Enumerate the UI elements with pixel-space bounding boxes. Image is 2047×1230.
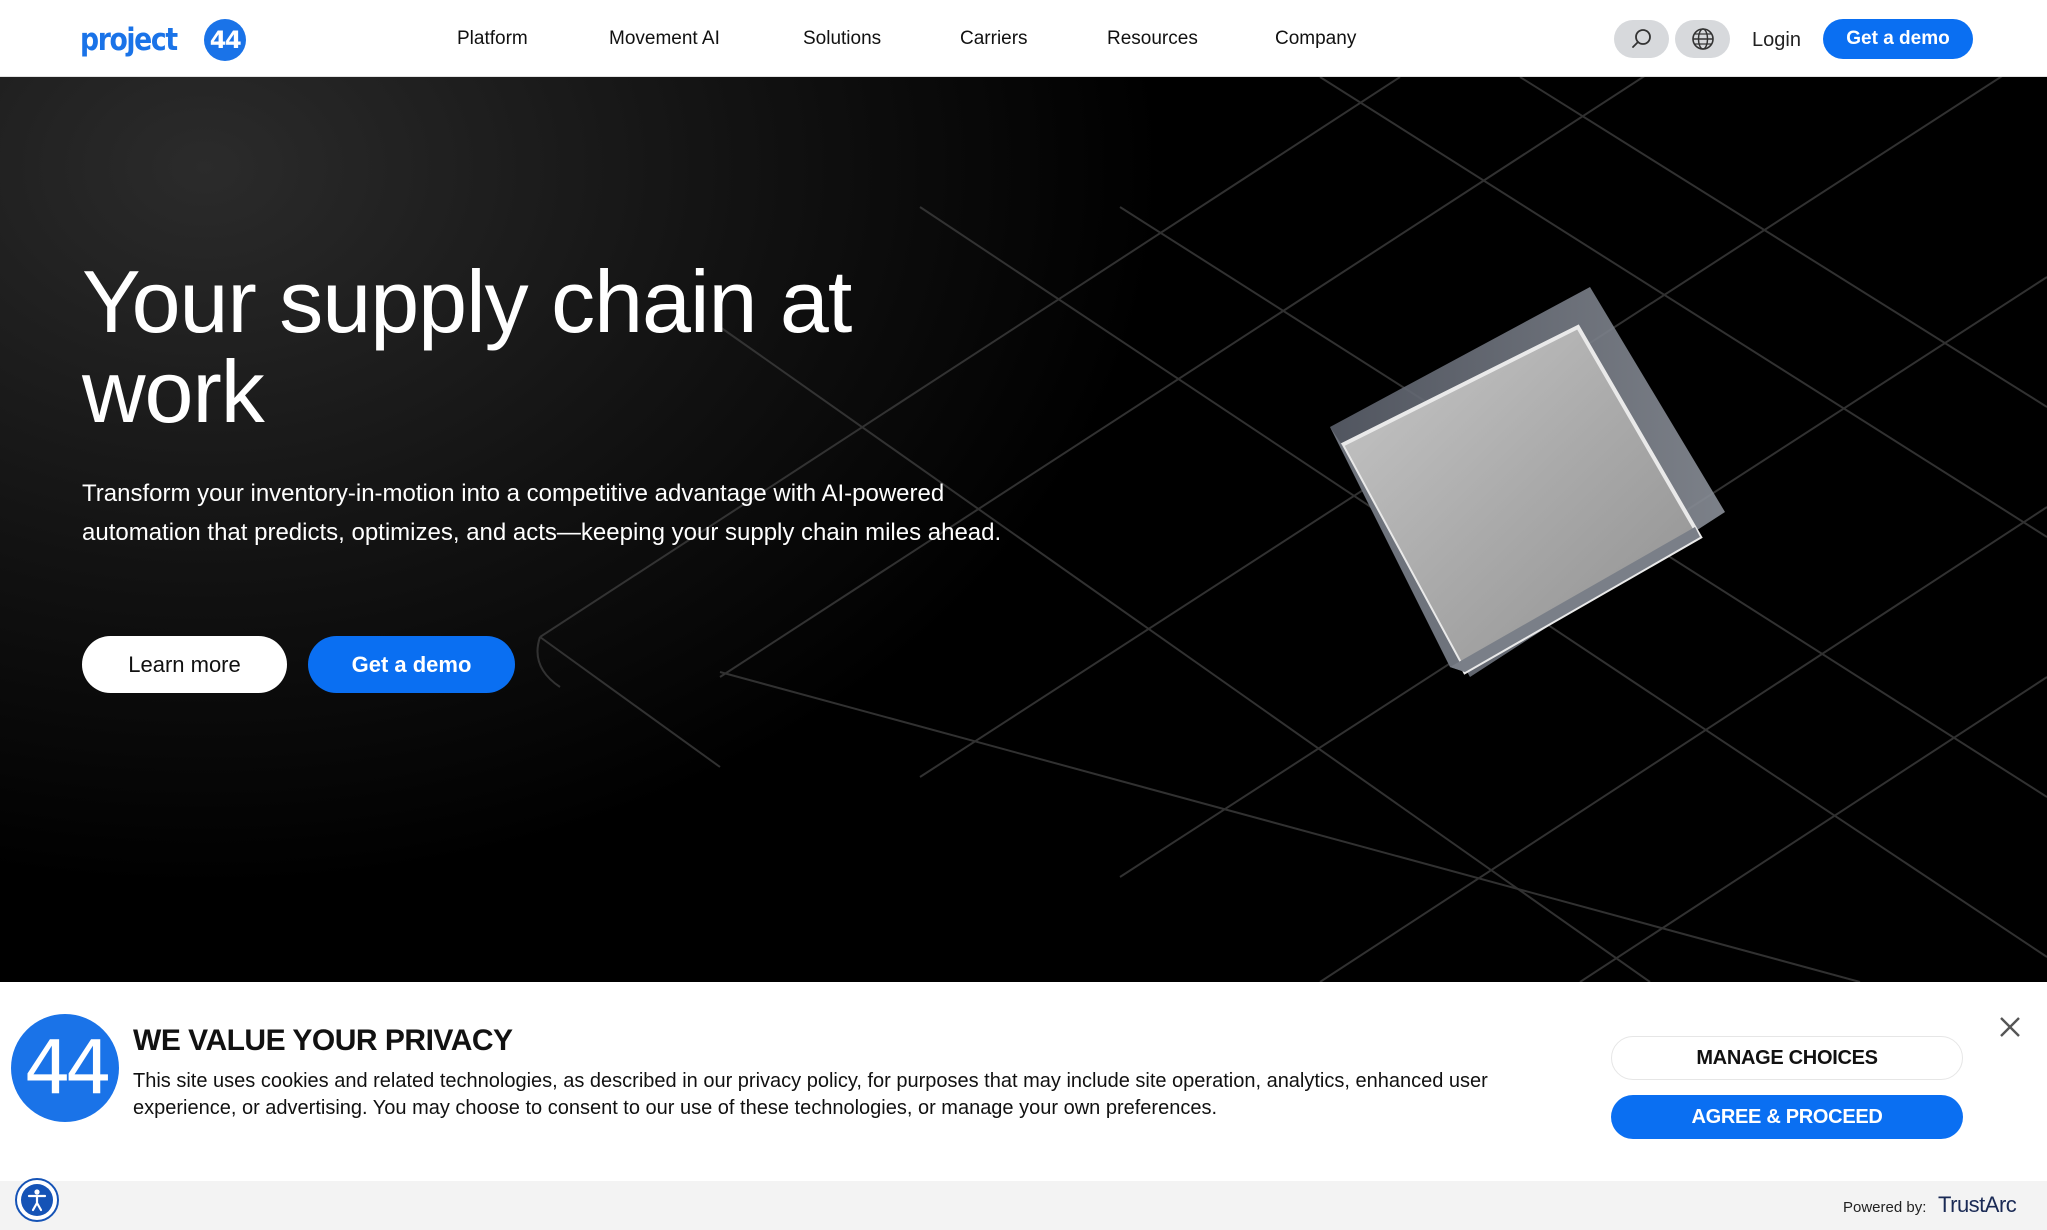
site-header: project 44 Platform Movement AI Solution… [0,0,2047,77]
logo-wordmark: project [80,22,178,58]
header-get-demo-button[interactable]: Get a demo [1823,19,1973,59]
nav-company[interactable]: Company [1275,0,1356,77]
cookie-banner-body: This site uses cookies and related techn… [133,1070,1488,1119]
powered-by-label: Powered by: [1843,1199,1927,1216]
hero-get-demo-button[interactable]: Get a demo [308,636,515,693]
hero-title: Your supply chain at work [82,252,852,441]
accessibility-icon [21,1184,53,1216]
logo-badge: 44 [204,19,246,61]
nav-platform[interactable]: Platform [457,0,528,77]
manage-choices-button[interactable]: MANAGE CHOICES [1611,1036,1963,1080]
nav-movement-ai[interactable]: Movement AI [609,0,720,77]
nav-resources[interactable]: Resources [1107,0,1198,77]
accessibility-button[interactable] [15,1178,59,1222]
language-button[interactable] [1675,20,1730,58]
cookie-banner-footer [0,1181,2047,1230]
project44-logo[interactable]: project 44 [80,19,246,61]
hero-section: Your supply chain at work Transform your… [0,77,2047,982]
cookie-banner-title: WE VALUE YOUR PRIVACY [133,1024,513,1057]
cookie-consent-banner: 44 WE VALUE YOUR PRIVACY This site uses … [0,982,2047,1230]
hero-subtitle: Transform your inventory-in-motion into … [82,480,1002,546]
agree-proceed-button[interactable]: AGREE & PROCEED [1611,1095,1963,1139]
learn-more-button[interactable]: Learn more [82,636,287,693]
search-icon [1631,29,1651,48]
search-button[interactable] [1614,20,1669,58]
cookie-banner-logo: 44 [11,1014,119,1122]
close-icon[interactable] [1997,1014,2023,1040]
glass-cube-graphic [1330,287,1725,677]
nav-carriers[interactable]: Carriers [960,0,1028,77]
login-link[interactable]: Login [1752,20,1801,58]
nav-solutions[interactable]: Solutions [803,0,881,77]
trustarc-logo[interactable]: TrustArc [1938,1192,2017,1218]
globe-icon [1691,28,1714,50]
